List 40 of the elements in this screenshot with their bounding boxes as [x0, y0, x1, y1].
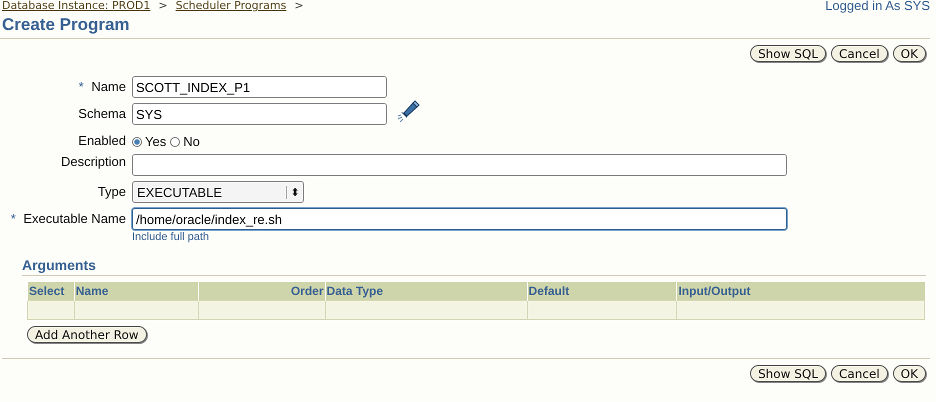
breadcrumb-link[interactable]: Database Instance: PROD1 [2, 0, 150, 13]
field-label: Name [91, 79, 126, 94]
field-label: Description [60, 154, 126, 169]
action-button[interactable]: OK [892, 365, 926, 382]
radio-button[interactable] [170, 136, 180, 146]
action-button[interactable]: OK [892, 45, 926, 62]
field-label: Executable Name [23, 211, 126, 226]
action-button[interactable]: Show SQL [750, 45, 826, 62]
column-header: Data Type [325, 282, 528, 300]
required-mark: * [78, 79, 84, 94]
field-label: Enabled [78, 133, 126, 148]
logged-in-text: Logged in As SYS [825, 0, 930, 13]
radio-option[interactable]: Yes [132, 134, 166, 149]
action-button[interactable]: Cancel [831, 45, 888, 62]
type-dropdown[interactable]: EXECUTABLE ⬍ [132, 181, 304, 203]
required-mark: * [10, 211, 16, 226]
add-row-button[interactable]: Add Another Row [27, 326, 147, 343]
breadcrumb-link[interactable]: Scheduler Programs [176, 0, 286, 13]
column-header: Input/Output [676, 282, 924, 300]
text-field[interactable]: SCOTT_INDEX_P1 [132, 76, 387, 98]
column-header: Select [28, 282, 74, 300]
section-title: Arguments [22, 257, 926, 276]
radio-option[interactable]: No [170, 134, 200, 149]
text-field[interactable] [132, 154, 787, 176]
text-field[interactable]: /home/oracle/index_re.sh [132, 208, 787, 230]
action-button[interactable]: Cancel [831, 365, 888, 382]
field-label: Type [98, 184, 126, 199]
column-header: Default [527, 282, 677, 300]
column-header: Order [198, 282, 326, 300]
hint-text: Include full path [132, 231, 210, 243]
page-title: Create Program [0, 15, 930, 39]
breadcrumb-separator: > [294, 0, 304, 13]
radio-button[interactable] [132, 136, 142, 146]
column-header: Name [74, 282, 199, 300]
table-cell [28, 300, 74, 320]
flashlight-icon[interactable] [395, 98, 421, 124]
action-button[interactable]: Show SQL [750, 365, 826, 382]
text-field[interactable]: SYS [132, 103, 387, 125]
breadcrumb-separator: > [158, 0, 168, 13]
field-label: Schema [78, 106, 126, 121]
